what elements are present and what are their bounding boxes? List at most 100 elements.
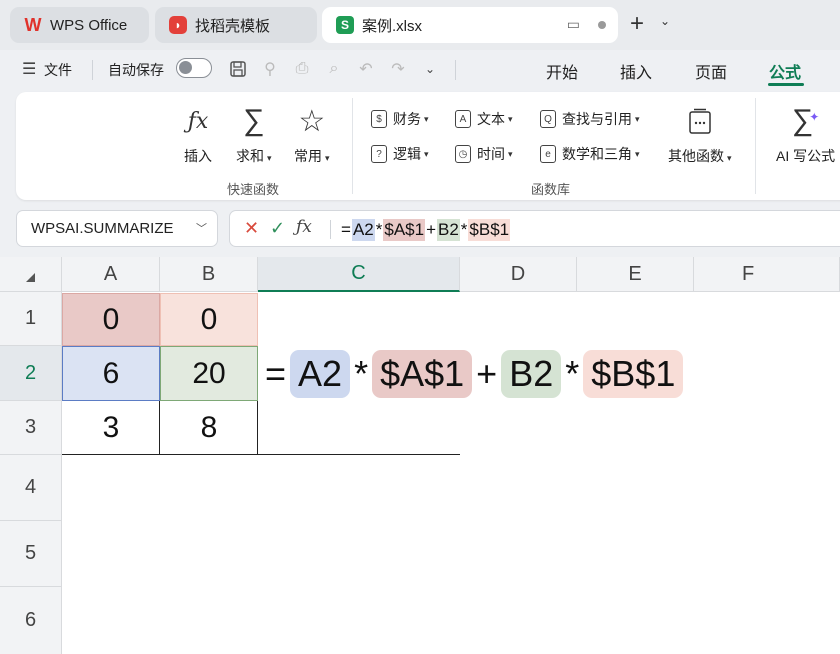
row-header-6[interactable]: 6 xyxy=(0,587,62,654)
button-label: 文本 xyxy=(477,111,505,127)
divider xyxy=(92,60,93,80)
monitor-icon[interactable]: ▭ xyxy=(567,16,580,33)
insert-function-button[interactable]: ƒx 插入 xyxy=(184,104,212,166)
cancel-icon[interactable]: ✕ xyxy=(244,218,259,239)
formula-ribbon: ƒx 插入 ∑ 求和 ▾ ☆ 常用 ▾ 快速函数 $ 财务 ▾ A 文本 ▾ Q 查找与… xyxy=(16,92,840,200)
column-header-c[interactable]: C xyxy=(258,257,460,292)
more-chevron-icon[interactable]: ⌄ xyxy=(419,58,441,80)
divider xyxy=(330,220,331,239)
fx-icon: ƒx xyxy=(187,108,209,134)
fx-icon[interactable]: ƒx xyxy=(296,217,312,237)
button-label: 插入 xyxy=(184,148,212,164)
row-header-5[interactable]: 5 xyxy=(0,521,62,587)
ai-sigma-icon: ∑ ✦ xyxy=(791,104,820,137)
cell-a2[interactable]: 6 xyxy=(62,346,160,401)
hamburger-menu-icon[interactable]: ☰ xyxy=(22,59,36,79)
cell-a1[interactable]: 0 xyxy=(62,293,160,346)
lookup-functions-button[interactable]: Q 查找与引用 ▾ xyxy=(540,109,640,129)
file-menu[interactable]: 文件 xyxy=(44,60,72,80)
group-label-function-library: 函数库 xyxy=(531,182,571,197)
print-icon[interactable]: ⎙ xyxy=(291,58,313,80)
wps-logo-icon: W xyxy=(24,14,42,35)
select-all-corner[interactable] xyxy=(0,257,62,292)
cell-b2[interactable]: 20 xyxy=(160,346,258,401)
dropdown-caret-icon: ▾ xyxy=(727,153,732,163)
cell-a3[interactable]: 3 xyxy=(62,401,160,455)
time-functions-button[interactable]: ◷ 时间 ▾ xyxy=(455,144,513,164)
tab-wps-office[interactable]: W WPS Office xyxy=(10,7,149,43)
cell-c2-formula-edit[interactable]: = A2 * $A$1 + B2 * $B$1 xyxy=(263,347,685,401)
undo-icon[interactable]: ↶ xyxy=(355,58,377,80)
dropdown-caret-icon: ▾ xyxy=(635,148,640,159)
cell-b1[interactable]: 0 xyxy=(160,293,258,346)
row-header-3[interactable]: 3 xyxy=(0,401,62,455)
text-icon: A xyxy=(455,110,471,128)
dropdown-caret-icon: ▾ xyxy=(325,153,330,163)
column-header-e[interactable]: E xyxy=(577,257,694,292)
tab-list-chevron-icon[interactable]: ⌄ xyxy=(660,14,670,28)
save-icon[interactable] xyxy=(227,58,249,80)
print-preview-icon[interactable]: ⌕ xyxy=(323,58,345,80)
menu-tab-page[interactable]: 页面 xyxy=(695,59,727,83)
logic-functions-button[interactable]: ? 逻辑 ▾ xyxy=(371,144,429,164)
column-header-a[interactable]: A xyxy=(62,257,160,292)
cell-b3[interactable]: 8 xyxy=(160,401,258,455)
menu-tab-formula[interactable]: 公式 xyxy=(769,59,801,83)
row-header-2[interactable]: 2 xyxy=(0,346,62,401)
autosum-button[interactable]: ∑ 求和 ▾ xyxy=(236,104,272,166)
menu-tab-home[interactable]: 开始 xyxy=(546,59,578,83)
finance-functions-button[interactable]: $ 财务 ▾ xyxy=(371,109,429,129)
button-label: 时间 xyxy=(477,146,505,162)
star-icon: ☆ xyxy=(298,104,326,138)
math-functions-button[interactable]: e 数学和三角 ▾ xyxy=(540,144,640,164)
tab-label: WPS Office xyxy=(50,16,128,34)
redo-icon[interactable]: ↷ xyxy=(387,58,409,80)
formula-token: * xyxy=(354,353,369,394)
other-functions-button[interactable]: 其他函数 ▾ xyxy=(668,104,732,166)
check-icon[interactable]: ✓ xyxy=(270,218,285,239)
chevron-down-icon[interactable]: ﹀ xyxy=(196,220,207,236)
menu-row: ☰ 文件 自动保存 ⚲ ⎙ ⌕ ↶ ↷ ⌄ 开始 插入 页面 公式 xyxy=(0,50,840,90)
formula-ref-a1: $A$1 xyxy=(383,219,426,241)
function-list-icon xyxy=(689,104,711,138)
button-label: 常用 xyxy=(294,148,322,164)
math-icon: e xyxy=(540,145,556,163)
formula-token: = xyxy=(341,220,351,239)
formula-ref-b2: B2 xyxy=(437,219,460,241)
row-header-1[interactable]: 1 xyxy=(0,292,62,346)
table-border xyxy=(62,454,460,455)
tab-daoke-templates[interactable]: ◗ 找稻壳模板 xyxy=(155,7,317,43)
menu-tab-insert[interactable]: 插入 xyxy=(620,59,652,83)
autosave-toggle[interactable] xyxy=(176,58,212,78)
button-label: 逻辑 xyxy=(393,146,421,162)
table-border xyxy=(159,401,160,455)
button-label: 查找与引用 xyxy=(562,111,632,127)
formula-input[interactable]: = A2 * $A$1 + B2 * $B$1 xyxy=(340,219,511,241)
formula-token: * xyxy=(565,353,580,394)
share-link-icon[interactable]: ⚲ xyxy=(259,58,281,80)
title-tab-bar: W WPS Office ◗ 找稻壳模板 S 案例.xlsx ▭ + ⌄ xyxy=(0,0,840,50)
spreadsheet-grid[interactable]: A B C D E F 1 2 3 4 5 6 0 0 6 20 3 8 xyxy=(0,257,840,654)
text-functions-button[interactable]: A 文本 ▾ xyxy=(455,109,513,129)
tab-workbook[interactable]: S 案例.xlsx ▭ xyxy=(322,7,618,43)
formula-bar[interactable]: ✕ ✓ ƒx = A2 * $A$1 + B2 * $B$1 xyxy=(229,210,840,247)
row-header-4[interactable]: 4 xyxy=(0,455,62,521)
button-label: 其他函数 xyxy=(668,148,724,164)
unsaved-dot-icon[interactable] xyxy=(598,20,606,29)
formula-token: + xyxy=(476,353,498,394)
column-header-f[interactable]: F xyxy=(694,257,840,292)
dropdown-caret-icon: ▾ xyxy=(508,148,513,159)
logic-icon: ? xyxy=(371,145,387,163)
formula-token: + xyxy=(426,220,436,239)
new-tab-plus-icon[interactable]: + xyxy=(630,12,644,36)
button-label: 数学和三角 xyxy=(562,146,632,162)
common-functions-button[interactable]: ☆ 常用 ▾ xyxy=(294,104,330,166)
column-header-b[interactable]: B xyxy=(160,257,258,292)
name-box[interactable]: WPSAI.SUMMARIZE ﹀ xyxy=(16,210,218,247)
ai-write-formula-button[interactable]: ∑ ✦ AI 写公式 xyxy=(776,104,835,166)
column-header-d[interactable]: D xyxy=(460,257,577,292)
sigma-icon: ∑ xyxy=(243,104,265,137)
autosave-label: 自动保存 xyxy=(108,62,164,78)
group-divider xyxy=(755,98,756,194)
lookup-icon: Q xyxy=(540,110,556,128)
